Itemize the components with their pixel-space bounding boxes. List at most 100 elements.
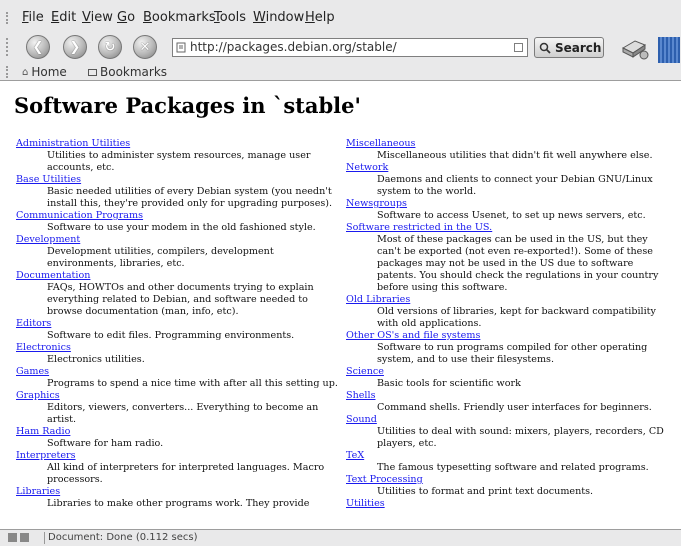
category-description: Electronics utilities. <box>47 354 145 365</box>
search-button[interactable]: Search <box>534 37 604 58</box>
stop-icon: ✕ <box>139 39 151 55</box>
menu-file[interactable]: File <box>22 10 44 25</box>
throbber-icon <box>658 37 680 63</box>
status-icon[interactable] <box>8 533 17 542</box>
stop-button[interactable]: ✕ <box>133 35 157 59</box>
page-title: Software Packages in `stable' <box>14 93 361 118</box>
bookmarks-folder[interactable]: Bookmarks <box>88 65 167 79</box>
toolbar-grip[interactable] <box>6 38 12 56</box>
category-link[interactable]: Libraries <box>16 486 338 498</box>
category-link[interactable]: Editors <box>16 318 338 330</box>
home-link[interactable]: ⌂ Home <box>22 65 67 79</box>
bookmarks-label: Bookmarks <box>100 65 168 79</box>
category-link[interactable]: Administration Utilities <box>16 138 338 150</box>
category-entry: Utilities <box>346 498 674 510</box>
category-column-left: Administration Utilities Utilities to adm… <box>16 138 338 510</box>
home-label: Home <box>31 65 67 79</box>
category-entry: Ham Radio Software for ham radio. <box>16 426 338 450</box>
category-entry: Communication Programs Software to use yo… <box>16 210 338 234</box>
category-entry: Development Development utilities, compil… <box>16 234 338 270</box>
category-description: Old versions of libraries, kept for back… <box>377 306 656 329</box>
category-link[interactable]: Graphics <box>16 390 338 402</box>
status-bar: Document: Done (0.112 secs) <box>0 529 681 546</box>
menu-window[interactable]: Window <box>253 10 304 25</box>
forward-button[interactable]: ❯ <box>63 35 87 59</box>
status-icon[interactable] <box>20 533 29 542</box>
menu-edit[interactable]: Edit <box>51 10 76 25</box>
category-link[interactable]: Communication Programs <box>16 210 338 222</box>
category-link[interactable]: Miscellaneous <box>346 138 674 150</box>
menu-tools[interactable]: Tools <box>214 10 246 25</box>
category-description: Programs to spend a nice time with after… <box>47 378 338 389</box>
category-entry: Miscellaneous Miscellaneous utilities tha… <box>346 138 674 162</box>
category-description: Miscellaneous utilities that didn't fit … <box>377 150 653 161</box>
category-entry: Electronics Electronics utilities. <box>16 342 338 366</box>
category-link[interactable]: Software restricted in the US. <box>346 222 674 234</box>
category-description: Utilities to deal with sound: mixers, pl… <box>377 426 664 449</box>
url-bar[interactable]: http://packages.debian.org/stable/ <box>172 38 528 57</box>
category-description: Software to edit files. Programming envi… <box>47 330 295 341</box>
menu-go[interactable]: Go <box>117 10 135 25</box>
back-arrow-icon: ❮ <box>32 39 44 55</box>
category-entry: Old Libraries Old versions of libraries, … <box>346 294 674 330</box>
menu-bookmarks[interactable]: Bookmarks <box>143 10 216 25</box>
browser-chrome: File Edit View Go Bookmarks Tools Window… <box>0 0 681 81</box>
category-link[interactable]: Interpreters <box>16 450 338 462</box>
category-description: Most of these packages can be used in th… <box>377 234 659 293</box>
category-entry: Shells Command shells. Friendly user inte… <box>346 390 674 414</box>
navigation-toolbar: ❮ ❯ ↻ ✕ http://packages.debian.org/stabl… <box>0 30 681 64</box>
page-content: Software Packages in `stable' Administra… <box>0 81 681 529</box>
category-description: Daemons and clients to connect your Debi… <box>377 174 653 197</box>
category-link[interactable]: Sound <box>346 414 674 426</box>
category-entry: Interpreters All kind of interpreters for… <box>16 450 338 486</box>
reload-button[interactable]: ↻ <box>98 35 122 59</box>
category-link[interactable]: Documentation <box>16 270 338 282</box>
back-button[interactable]: ❮ <box>26 35 50 59</box>
url-text[interactable]: http://packages.debian.org/stable/ <box>190 40 397 54</box>
category-link[interactable]: Development <box>16 234 338 246</box>
category-entry: Administration Utilities Utilities to adm… <box>16 138 338 174</box>
url-dropdown-icon[interactable] <box>514 43 523 52</box>
category-entry: Newsgroups Software to access Usenet, to … <box>346 198 674 222</box>
category-link[interactable]: Ham Radio <box>16 426 338 438</box>
category-description: The famous typesetting software and rela… <box>377 462 649 473</box>
search-button-label: Search <box>555 40 602 55</box>
category-description: All kind of interpreters for interpreted… <box>47 462 325 485</box>
category-link[interactable]: Games <box>16 366 338 378</box>
category-link[interactable]: Base Utilities <box>16 174 338 186</box>
reload-icon: ↻ <box>104 39 116 55</box>
page-icon <box>176 42 186 53</box>
category-description: Libraries to make other programs work. T… <box>47 498 310 509</box>
category-description: FAQs, HOWTOs and other documents trying … <box>47 282 314 317</box>
category-description: Editors, viewers, converters... Everythi… <box>47 402 319 425</box>
category-entry: Games Programs to spend a nice time with … <box>16 366 338 390</box>
toolbar-grip[interactable] <box>6 12 12 24</box>
menu-view[interactable]: View <box>82 10 113 25</box>
category-link[interactable]: TeX <box>346 450 674 462</box>
status-divider <box>44 532 45 544</box>
toolbar-grip[interactable] <box>6 66 12 78</box>
print-icon[interactable] <box>620 36 650 60</box>
folder-icon <box>88 68 97 76</box>
category-description: Software for ham radio. <box>47 438 164 449</box>
category-link[interactable]: Shells <box>346 390 674 402</box>
category-entry: Graphics Editors, viewers, converters... … <box>16 390 338 426</box>
category-link[interactable]: Electronics <box>16 342 338 354</box>
category-description: Command shells. Friendly user interfaces… <box>377 402 652 413</box>
category-link[interactable]: Network <box>346 162 674 174</box>
category-description: Utilities to format and print text docum… <box>377 486 594 497</box>
menu-help[interactable]: Help <box>305 10 335 25</box>
category-link[interactable]: Text Processing <box>346 474 674 486</box>
category-entry: Editors Software to edit files. Programmi… <box>16 318 338 342</box>
category-link[interactable]: Science <box>346 366 674 378</box>
category-link[interactable]: Newsgroups <box>346 198 674 210</box>
category-entry: Text Processing Utilities to format and p… <box>346 474 674 498</box>
category-link[interactable]: Other OS's and file systems <box>346 330 674 342</box>
menu-bar: File Edit View Go Bookmarks Tools Window… <box>0 8 681 28</box>
status-text: Document: Done (0.112 secs) <box>48 532 198 543</box>
category-link[interactable]: Old Libraries <box>346 294 674 306</box>
category-description: Software to run programs compiled for ot… <box>377 342 648 365</box>
forward-arrow-icon: ❯ <box>69 39 81 55</box>
category-description: Basic needed utilities of every Debian s… <box>47 186 333 209</box>
category-link[interactable]: Utilities <box>346 498 674 510</box>
